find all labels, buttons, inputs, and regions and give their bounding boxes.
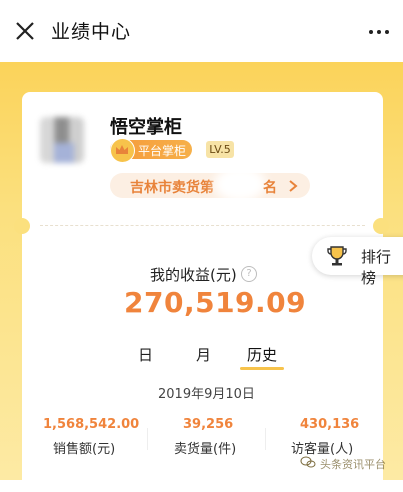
earnings-value: 270,519.09 (124, 286, 307, 319)
tab-history[interactable]: 历史 (247, 344, 277, 365)
earnings-label: 我的收益(元) (150, 266, 237, 284)
card-notch-left (14, 218, 30, 234)
tab-active-indicator (240, 367, 284, 370)
trophy-icon (327, 246, 347, 266)
rank-suffix: 名 (263, 180, 277, 196)
top-bar: 业绩中心 (0, 0, 403, 62)
watermark: 头条资讯平台 (320, 458, 386, 471)
role-badge-label: 平台掌柜 (138, 144, 187, 158)
watermark-logo-icon (300, 456, 316, 468)
card-notch-right (373, 218, 389, 234)
more-dot (385, 30, 389, 34)
stat-divider (147, 428, 148, 450)
more-icon[interactable] (369, 30, 389, 34)
level-badge: LV.5 (206, 141, 234, 158)
avatar[interactable] (40, 117, 84, 163)
more-dot (377, 30, 381, 34)
close-icon[interactable] (14, 20, 36, 42)
items-sold-label: 卖货量(件) (174, 442, 237, 457)
page-title: 业绩中心 (51, 21, 132, 43)
stat-divider (265, 428, 266, 450)
crown-icon (110, 138, 135, 163)
tab-month[interactable]: 月 (196, 344, 211, 365)
rank-text: 吉林市卖货第 (130, 180, 214, 196)
sales-amount-value: 1,568,542.00 (43, 417, 140, 432)
visitors-value: 430,136 (300, 417, 360, 432)
help-icon[interactable]: ? (241, 266, 257, 282)
sales-amount-label: 销售额(元) (53, 442, 116, 457)
date-label: 2019年9月10日 (158, 387, 255, 402)
items-sold-value: 39,256 (183, 417, 234, 432)
ranking-label: 排行榜 (361, 248, 392, 287)
more-dot (369, 30, 373, 34)
chevron-right-icon (289, 180, 298, 192)
card-divider (40, 225, 365, 226)
rank-number-redacted (214, 166, 266, 202)
username: 悟空掌柜 (110, 117, 182, 138)
tab-day[interactable]: 日 (138, 344, 153, 365)
